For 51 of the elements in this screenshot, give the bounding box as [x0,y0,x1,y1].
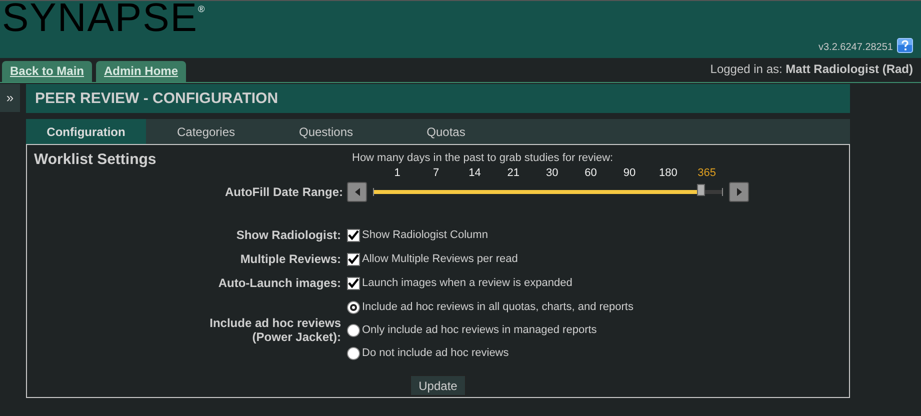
tick-label: 21 [506,166,521,180]
prompt-text: How many days in the past to grab studies for review: [352,151,614,165]
tab[interactable]: Questions [266,119,386,144]
radio-label: Only include ad hoc reviews in managed reports [362,322,597,338]
field-label: Show Radiologist: [236,228,341,242]
logged-in-text: Logged in as: Matt Radiologist (Rad) [710,61,913,78]
nav-tab[interactable]: Back to Main [2,61,92,82]
field-label: Multiple Reviews: [240,252,341,266]
field-label: (Power Jacket): [252,330,341,344]
update-button[interactable]: Update [410,375,466,396]
field-label: AutoFill Date Range: [224,185,343,199]
field-label: Include ad hoc reviews [210,316,341,330]
radio-label: Include ad hoc reviews in all quotas, charts, and reports [362,300,634,315]
sidebar-toggle[interactable]: » [0,84,20,112]
checkmark-icon [348,278,359,288]
checkbox[interactable] [347,252,360,266]
section-title: Worklist Settings [34,150,156,170]
tick-label: 60 [584,166,598,180]
tab[interactable]: Quotas [386,119,506,144]
trademark-mark: ® [198,3,205,16]
tick-label: 7 [432,166,440,180]
tab[interactable]: Configuration [26,119,146,144]
radio-label: Do not include ad hoc reviews [362,346,509,361]
slider-right-button[interactable] [729,182,749,202]
radio-button[interactable] [347,300,360,314]
logo: SYNAPSE [2,1,198,35]
checkbox-label: Allow Multiple Reviews per read [362,252,518,267]
tick-label: 30 [544,166,560,180]
checkbox[interactable] [347,276,360,290]
checkbox-label: Launch images when a review is expanded [362,276,572,291]
slider-left-button[interactable] [347,182,367,202]
radio-button[interactable] [347,346,360,360]
tick-label: 14 [468,166,482,180]
tick-label: 180 [658,166,678,180]
version-text: v3.2.6247.28251 [818,41,893,55]
checkmark-icon [348,230,359,240]
tab[interactable]: Categories [146,119,266,144]
checkbox[interactable] [347,228,360,242]
slider-thumb[interactable] [697,184,706,196]
checkmark-icon [348,254,359,264]
right-arrow-icon [736,188,742,196]
tick-label: 1 [393,166,402,180]
left-arrow-icon [354,188,360,196]
page-title: PEER REVIEW - CONFIGURATION [26,84,850,113]
field-label: Auto-Launch images: [218,276,341,290]
tick-label: 365 [696,166,718,180]
help-icon[interactable] [897,38,913,53]
radio-button[interactable] [347,324,360,336]
nav-tab[interactable]: Admin Home [96,61,186,82]
tick-label: 90 [622,166,637,180]
checkbox-label: Show Radiologist Column [362,228,488,243]
